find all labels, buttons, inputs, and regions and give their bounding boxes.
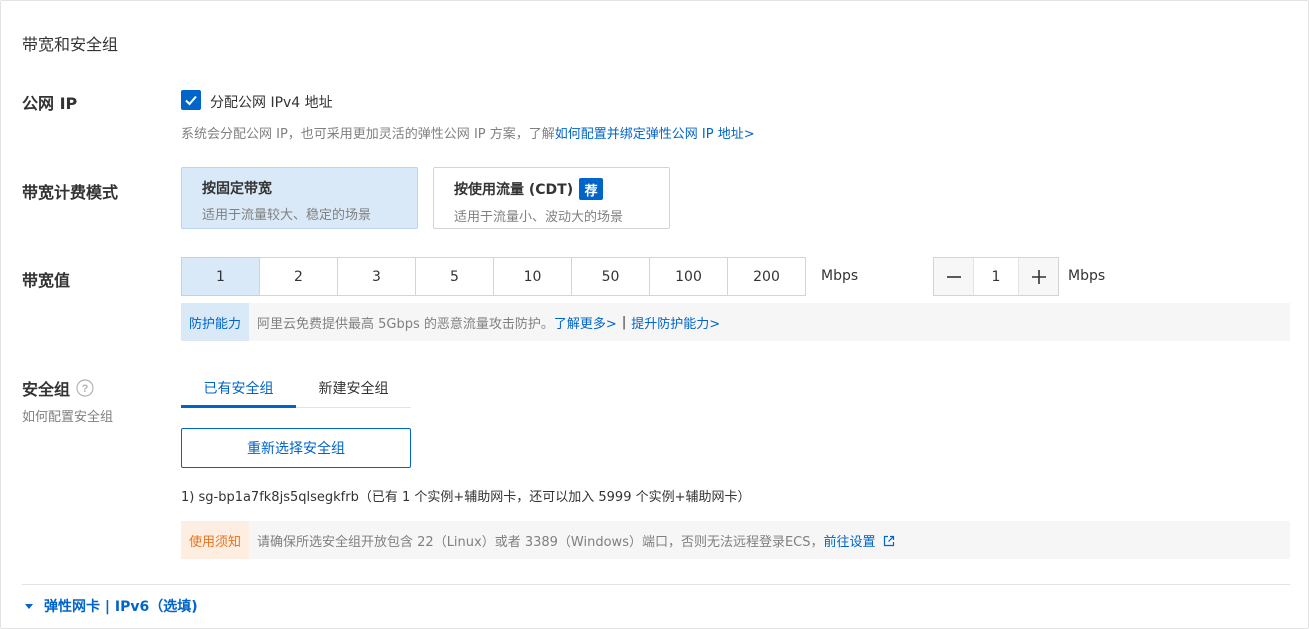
protection-tag: 防护能力: [181, 303, 250, 341]
expander-label: 弹性网卡 | IPv6（选填): [44, 599, 198, 615]
usage-tag: 使用须知: [181, 521, 250, 559]
learn-more-link[interactable]: 了解更多>: [554, 313, 617, 332]
increment-button[interactable]: [1019, 258, 1058, 295]
tab-existing-group[interactable]: 已有安全组: [181, 368, 296, 408]
bandwidth-stepper: 1: [933, 257, 1059, 296]
help-icon[interactable]: ?: [76, 379, 94, 397]
bandwidth-option[interactable]: 1: [181, 257, 260, 296]
plus-icon: [1031, 269, 1046, 284]
billing-option-title: 按固定带宽: [202, 181, 272, 197]
bandwidth-label: 带宽值: [22, 271, 71, 290]
bandwidth-option[interactable]: 2: [259, 257, 338, 296]
divider: [22, 584, 1290, 585]
go-settings-label: 前往设置: [823, 534, 876, 550]
public-ip-label: 公网 IP: [22, 94, 78, 113]
bandwidth-option[interactable]: 100: [649, 257, 728, 296]
protection-notice: 防护能力 阿里云免费提供最高 5Gbps 的恶意流量攻击防护。 了解更多> | …: [181, 303, 1290, 341]
svg-text:?: ?: [82, 383, 89, 395]
selected-security-group: 1) sg-bp1a7fk8js5qlsegkfrb（已有 1 个实例+辅助网卡…: [181, 490, 751, 505]
billing-option-title-wrap: 按使用流量 (CDT) 荐: [454, 178, 649, 200]
bandwidth-stepper-input[interactable]: 1: [973, 258, 1019, 295]
bandwidth-option[interactable]: 10: [493, 257, 572, 296]
billing-mode-label: 带宽计费模式: [22, 183, 119, 202]
billing-option-traffic[interactable]: 按使用流量 (CDT) 荐 适用于流量小、波动大的场景: [433, 167, 670, 229]
security-group-label-wrap: 安全组 ?: [22, 376, 94, 400]
bandwidth-unit: Mbps: [821, 268, 859, 284]
billing-option-title: 按使用流量 (CDT): [454, 182, 574, 198]
bandwidth-option[interactable]: 50: [571, 257, 650, 296]
billing-option-fixed[interactable]: 按固定带宽 适用于流量较大、稳定的场景: [181, 167, 418, 229]
security-group-label: 安全组: [22, 380, 71, 399]
public-ip-hint-text: 系统会分配公网 IP，也可采用更加灵活的弹性公网 IP 方案，了解: [181, 127, 555, 142]
decrement-button[interactable]: [934, 258, 973, 295]
public-ip-hint: 系统会分配公网 IP，也可采用更加灵活的弹性公网 IP 方案，了解如何配置并绑定…: [181, 123, 755, 142]
billing-option-desc: 适用于流量小、波动大的场景: [454, 210, 624, 225]
bandwidth-option[interactable]: 200: [727, 257, 806, 296]
check-icon: [185, 95, 197, 106]
eip-config-link[interactable]: 如何配置并绑定弹性公网 IP 地址>: [555, 127, 755, 142]
tab-new-group[interactable]: 新建安全组: [296, 368, 411, 408]
stepper-unit: Mbps: [1068, 268, 1106, 284]
go-settings-link[interactable]: 前往设置: [824, 531, 895, 550]
bandwidth-options: 1 2 3 5 10 50 100 200: [181, 257, 806, 296]
protection-text: 阿里云免费提供最高 5Gbps 的恶意流量攻击防护。: [257, 316, 554, 332]
bandwidth-option[interactable]: 3: [337, 257, 416, 296]
bandwidth-option[interactable]: 5: [415, 257, 494, 296]
usage-text: 请确保所选安全组开放包含 22（Linux）或者 3389（Windows）端口…: [257, 534, 824, 550]
minus-icon: [946, 275, 961, 278]
upgrade-protection-link[interactable]: 提升防护能力>: [631, 313, 720, 332]
caret-down-icon: [25, 604, 33, 609]
usage-notice: 使用须知 请确保所选安全组开放包含 22（Linux）或者 3389（Windo…: [181, 521, 1290, 559]
section-title: 带宽和安全组: [22, 35, 119, 54]
billing-option-desc: 适用于流量较大、稳定的场景: [202, 208, 372, 223]
external-link-icon: [883, 535, 894, 546]
link-separator: |: [621, 314, 627, 330]
assign-public-ip-checkbox[interactable]: [181, 90, 201, 110]
active-tab-indicator: [181, 405, 296, 408]
reselect-security-group-button[interactable]: 重新选择安全组: [181, 428, 411, 468]
eni-ipv6-expander[interactable]: 弹性网卡 | IPv6（选填): [24, 596, 198, 616]
assign-public-ip-label[interactable]: 分配公网 IPv4 地址: [210, 92, 333, 112]
recommend-badge: 荐: [579, 178, 604, 200]
security-group-help-link[interactable]: 如何配置安全组: [22, 406, 113, 425]
